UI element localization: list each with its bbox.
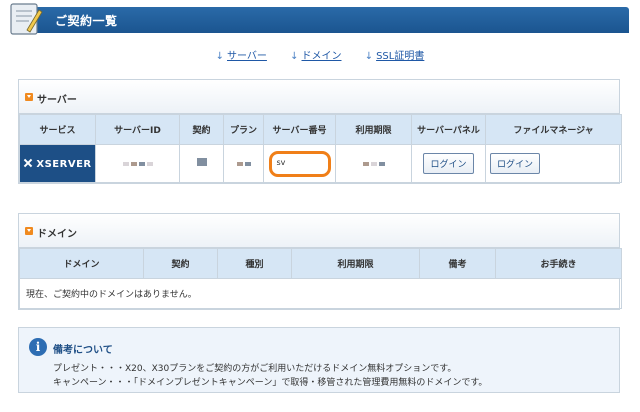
- column-header: 種別: [217, 248, 292, 279]
- server-panel: サーバー サービス サーバーID 契約 プラン サーバー番号 利用期限 サーバー…: [18, 79, 622, 184]
- table-row: XSERVER sv ログイン ログイン: [19, 144, 622, 183]
- server-panel-cell: ログイン: [411, 144, 486, 183]
- redacted-mark: [138, 161, 145, 166]
- file-manager-cell: ログイン: [485, 144, 622, 183]
- table-row: 現在、ご契約中のドメインはありません。: [19, 278, 622, 309]
- file-manager-login-button[interactable]: ログイン: [490, 153, 541, 174]
- domain-panel-header: ドメイン: [19, 214, 619, 248]
- table-header-row: サービス サーバーID 契約 プラン サーバー番号 利用期限 サーバーパネル フ…: [19, 114, 622, 145]
- redacted-mark: [370, 161, 377, 166]
- column-header: サーバー番号: [263, 114, 336, 145]
- server-panel-title: サーバー: [37, 95, 77, 106]
- note-line: キャンペーン・・・「ドメインプレゼントキャンペーン」で取得・移管された管理費用無…: [53, 378, 488, 388]
- info-icon: i: [29, 338, 47, 356]
- column-header: お手続き: [495, 248, 622, 279]
- arrow-down-icon: ↓: [215, 51, 225, 62]
- column-header: プラン: [223, 114, 264, 145]
- page-header: ご契約一覧: [10, 3, 629, 35]
- server-number-cell: sv: [263, 144, 336, 183]
- server-table: サービス サーバーID 契約 プラン サーバー番号 利用期限 サーバーパネル フ…: [19, 114, 622, 183]
- redacted-mark: [196, 158, 207, 166]
- column-header: サーバーパネル: [411, 114, 486, 145]
- column-header: 利用期限: [291, 248, 420, 279]
- column-header: 利用期限: [335, 114, 412, 145]
- arrow-down-icon: ↓: [364, 51, 374, 62]
- section-marker-icon: [25, 227, 33, 235]
- expiry-cell: [335, 144, 412, 183]
- empty-domain-message: 現在、ご契約中のドメインはありません。: [19, 278, 622, 309]
- redacted-mark: [236, 161, 243, 166]
- anchor-link-server[interactable]: ↓ サーバー: [216, 47, 267, 62]
- domain-table: ドメイン 契約 種別 利用期限 備考 お手続き 現在、ご契約中のドメインはありま…: [19, 248, 622, 309]
- column-header: ドメイン: [19, 248, 144, 279]
- note-title: 備考について: [53, 345, 113, 356]
- server-panel-login-button[interactable]: ログイン: [423, 153, 474, 174]
- xserver-logo-icon: [23, 158, 33, 168]
- arrow-down-icon: ↓: [290, 51, 299, 62]
- contract-cell: [179, 144, 224, 183]
- column-header: サーバーID: [95, 114, 180, 145]
- note-box: i 備考について プレゼント・・・X20、X30プランをご契約の方がご利用いただ…: [18, 327, 620, 393]
- redacted-mark: [130, 161, 137, 166]
- server-id-cell: [95, 144, 180, 183]
- redacted-mark: [122, 161, 129, 166]
- column-header: サービス: [19, 114, 96, 145]
- note-line: プレゼント・・・X20、X30プランをご契約の方がご利用いただけるドメイン無料オ…: [53, 364, 457, 374]
- plan-cell: [223, 144, 264, 183]
- service-logo: XSERVER: [19, 144, 96, 183]
- anchor-link-ssl[interactable]: ↓ SSL証明書: [365, 47, 425, 62]
- page-title: ご契約一覧: [55, 14, 118, 28]
- domain-panel-title: ドメイン: [37, 229, 77, 240]
- redacted-mark: [378, 161, 385, 166]
- redacted-mark: [244, 161, 251, 166]
- section-marker-icon: [25, 93, 33, 101]
- anchor-link-domain[interactable]: ↓ ドメイン: [290, 47, 341, 62]
- server-panel-header: サーバー: [19, 80, 619, 114]
- table-header-row: ドメイン 契約 種別 利用期限 備考 お手続き: [19, 248, 622, 279]
- column-header: 契約: [179, 114, 224, 145]
- column-header: 備考: [419, 248, 496, 279]
- contract-document-icon: [10, 3, 43, 35]
- server-number-highlight: sv: [268, 150, 331, 177]
- anchor-nav: ↓ サーバー ↓ ドメイン ↓ SSL証明書: [0, 47, 640, 62]
- column-header: ファイルマネージャ: [485, 114, 622, 145]
- redacted-mark: [362, 161, 369, 166]
- redacted-mark: [146, 161, 153, 166]
- column-header: 契約: [143, 248, 218, 279]
- domain-panel: ドメイン ドメイン 契約 種別 利用期限 備考 お手続き 現在、ご契約中のドメイ…: [18, 213, 622, 310]
